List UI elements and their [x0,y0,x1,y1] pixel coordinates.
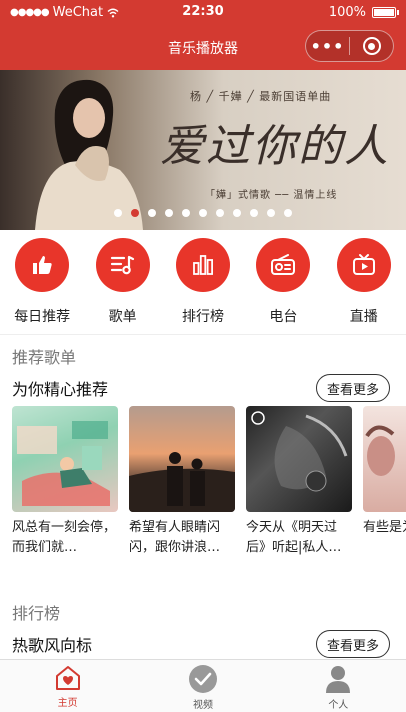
playlist-title: 风总有一刻会停，而我们就… [12,520,117,555]
menu-item-daily[interactable]: 每日推荐 [6,238,78,328]
ranking-subtitle: 热歌风向标 [12,636,93,655]
playlist-cover [246,406,352,512]
menu-item-live[interactable]: 直播 [328,238,400,328]
menu-label: 歌单 [108,309,137,325]
live-tv-icon [336,238,391,292]
playlist-title: 希望有人眼睛闪闪，跟你讲浪… [129,520,221,555]
menu-label: 直播 [349,309,378,325]
more-menu-button[interactable]: ••• [306,37,349,56]
playlist-icon [95,238,150,292]
playlist-cover [12,406,118,512]
bar-chart-icon [175,238,230,292]
playlist-card[interactable]: 风总有一刻会停，而我们就… [12,406,118,558]
navigation-bar: 音乐播放器 ••• [0,26,406,70]
thumbs-up-icon [15,238,70,292]
carousel-dot[interactable] [284,209,292,217]
tab-video[interactable]: 视频 [135,660,270,712]
tab-profile[interactable]: 个人 [271,660,406,712]
playlist-title: 有些是为 [363,520,406,535]
menu-label: 每日推荐 [14,309,71,325]
mini-program-capsule: ••• [305,30,394,62]
playlist-title: 今天从《明天过后》听起|私人… [246,520,342,555]
banner-subtitle: 杨 ╱ 千嬅 ╱ 最新国语单曲 [190,90,332,103]
carousel-dot[interactable] [182,209,190,217]
menu-item-playlist[interactable]: 歌单 [87,238,159,328]
tab-label: 个人 [328,700,349,711]
bottom-tab-bar: 主页 视频 个人 [0,659,406,712]
menu-item-ranking[interactable]: 排行榜 [167,238,239,328]
recommend-subtitle: 为你精心推荐 [12,380,109,399]
banner-tagline: 「嬅」式情歌 ── 温情上线 [205,190,338,201]
carousel-dot-active[interactable] [131,209,139,217]
battery-icon [372,7,399,18]
ranking-section-title: 排行榜 [12,604,61,623]
carousel-dot[interactable] [267,209,275,217]
menu-label: 排行榜 [181,309,224,325]
playlist-card[interactable]: 今天从《明天过后》听起|私人… [246,406,352,558]
banner-singer-image [35,79,143,230]
battery-percent: 100% [328,5,366,20]
carousel-dot[interactable] [114,209,122,217]
banner-carousel[interactable]: 杨 ╱ 千嬅 ╱ 最新国语单曲 爱过你的人 「嬅」式情歌 ── 温情上线 [0,70,406,230]
tab-label: 视频 [192,700,213,711]
carousel-dot[interactable] [233,209,241,217]
playlist-list: 风总有一刻会停，而我们就… 希望有人眼睛闪闪，跟你讲浪… 今天从《明天过后》听起… [12,406,406,558]
video-check-icon [188,665,217,693]
carousel-dot[interactable] [216,209,224,217]
menu-label: 电台 [269,309,298,325]
carousel-dot[interactable] [148,209,156,217]
home-icon [55,666,80,690]
status-bar: ●●●●● WeChat 22:30 100% [0,0,406,26]
playlist-cover [363,406,406,512]
banner-headline: 爱过你的人 [160,121,390,172]
feature-menu: 每日推荐 歌单 排行榜 电台 直播 [0,238,406,328]
tab-label: 主页 [57,698,78,709]
playlist-cover [129,406,235,512]
playlist-card[interactable]: 有些是为 [363,406,406,558]
close-button[interactable] [350,37,393,55]
playlist-card[interactable]: 希望有人眼睛闪闪，跟你讲浪… [129,406,235,558]
tab-home[interactable]: 主页 [0,660,135,712]
carousel-dot[interactable] [165,209,173,217]
radio-icon [256,238,311,292]
menu-item-radio[interactable]: 电台 [247,238,319,328]
ranking-more-button[interactable]: 查看更多 [316,630,390,658]
carousel-indicator [0,209,406,217]
user-icon [326,666,351,693]
carousel-dot[interactable] [199,209,207,217]
section-divider [0,334,406,335]
recommend-more-button[interactable]: 查看更多 [316,374,390,402]
carousel-dot[interactable] [250,209,258,217]
close-target-icon [362,37,381,55]
recommend-section-title: 推荐歌单 [12,348,77,367]
